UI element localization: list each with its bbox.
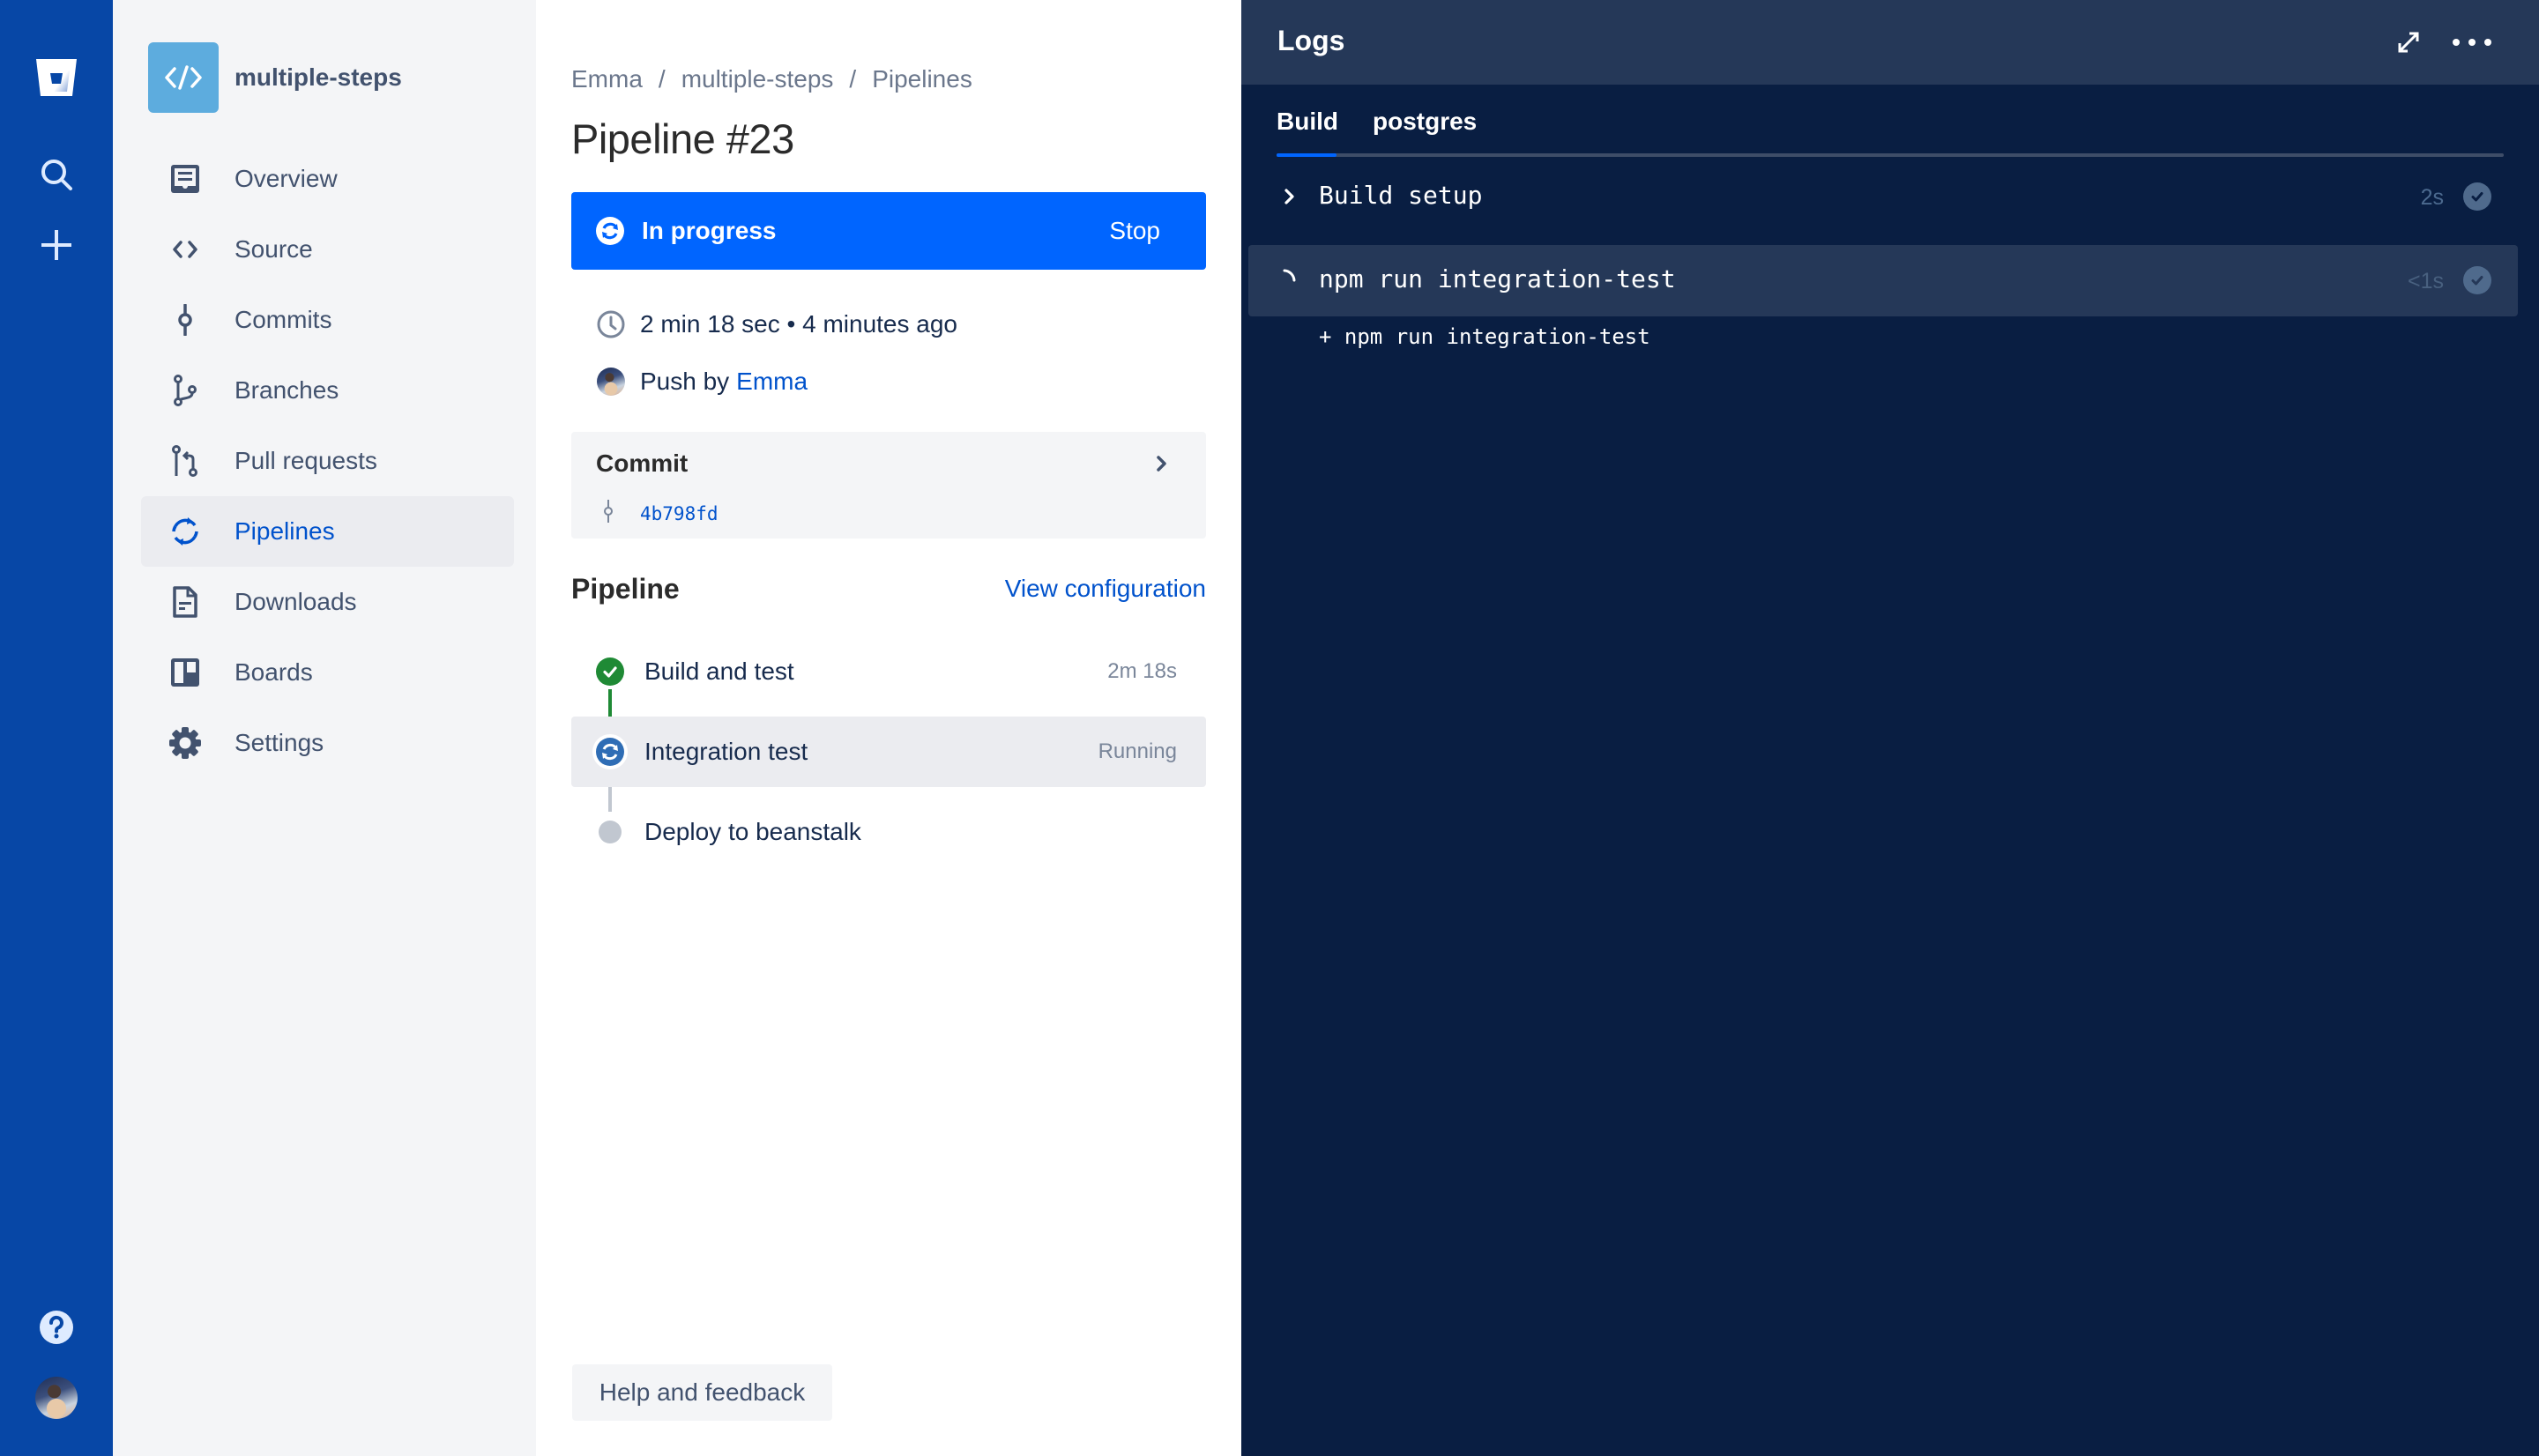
- source-icon: [141, 234, 229, 265]
- help-and-feedback-button[interactable]: Help and feedback: [572, 1364, 832, 1421]
- help-icon[interactable]: [0, 1308, 113, 1347]
- commit-hash-row: 4b798fd: [601, 499, 719, 528]
- status-label: In progress: [642, 217, 777, 244]
- sidebar-item-downloads[interactable]: Downloads: [141, 567, 514, 637]
- sidebar-item-label: Commits: [235, 306, 332, 333]
- breadcrumb-separator: /: [849, 65, 857, 93]
- pipeline-step[interactable]: Deploy to beanstalk: [571, 797, 1206, 867]
- bitbucket-logo-icon[interactable]: [0, 55, 113, 100]
- log-step-label: npm run integration-test: [1319, 264, 1676, 293]
- check-icon: [2463, 182, 2491, 211]
- step-status: Running: [1098, 739, 1177, 763]
- pipeline-duration: 2 min 18 sec • 4 minutes ago: [596, 307, 957, 342]
- log-output-line: + npm run integration-test: [1319, 324, 1650, 349]
- pipeline-detail: Emma / multiple-steps / Pipelines Pipeli…: [536, 0, 1241, 1456]
- sidebar-item-label: Pipelines: [235, 517, 335, 545]
- step-label: Deploy to beanstalk: [644, 818, 861, 845]
- branches-icon: [141, 375, 229, 406]
- code-icon: [148, 42, 219, 113]
- success-check-icon: [596, 657, 624, 686]
- sidebar-item-branches[interactable]: Branches: [141, 355, 514, 426]
- log-step-duration: <1s: [2407, 269, 2444, 293]
- pending-icon: [596, 818, 624, 846]
- chevron-right-icon: [1153, 453, 1171, 479]
- expand-icon[interactable]: [2393, 26, 2424, 58]
- pull-requests-icon: [141, 445, 229, 477]
- log-step-integration-test[interactable]: npm run integration-test <1s: [1248, 245, 2518, 316]
- sidebar-item-label: Downloads: [235, 588, 357, 615]
- active-tab-indicator: [1277, 153, 1337, 157]
- chevron-right-icon: [1277, 184, 1302, 209]
- step-label: Build and test: [644, 657, 794, 685]
- avatar-image: [35, 1377, 78, 1419]
- sidebar-item-label: Pull requests: [235, 447, 377, 474]
- sidebar-item-label: Settings: [235, 729, 324, 756]
- clock-icon: [596, 309, 626, 339]
- running-icon: [592, 734, 628, 769]
- log-step-build-setup[interactable]: Build setup 2s: [1248, 161, 2518, 233]
- overview-icon: [141, 163, 229, 195]
- commit-title: Commit: [596, 449, 689, 477]
- more-options-icon[interactable]: [2453, 26, 2491, 58]
- sidebar-item-pipelines[interactable]: Pipelines: [141, 496, 514, 567]
- settings-icon: [141, 726, 229, 760]
- boards-icon: [141, 657, 229, 688]
- downloads-icon: [141, 586, 229, 618]
- sidebar-item-label: Overview: [235, 165, 338, 192]
- pipeline-step[interactable]: Build and test 2m 18s: [571, 636, 1206, 707]
- breadcrumb: Emma / multiple-steps / Pipelines: [571, 65, 972, 93]
- pipeline-trigger: Push by Emma: [596, 364, 808, 399]
- duration-text: 2 min 18 sec • 4 minutes ago: [640, 310, 957, 338]
- commit-hash-link[interactable]: 4b798fd: [640, 503, 719, 524]
- pipeline-section-title: Pipeline: [571, 573, 680, 605]
- pipelines-icon: [141, 516, 229, 547]
- sidebar-nav: Overview Source Commits Branches Pull re…: [141, 144, 514, 778]
- logs-panel: Logs Build postgres Build setup 2s npm r…: [1241, 0, 2539, 1456]
- page-title: Pipeline #23: [571, 115, 794, 162]
- sidebar-item-label: Branches: [235, 376, 339, 404]
- sidebar-item-settings[interactable]: Settings: [141, 708, 514, 778]
- logs-title: Logs: [1277, 25, 1345, 56]
- step-label: Integration test: [644, 738, 808, 765]
- breadcrumb-pipelines[interactable]: Pipelines: [872, 65, 972, 93]
- commit-card[interactable]: Commit 4b798fd: [571, 432, 1206, 539]
- breadcrumb-user[interactable]: Emma: [571, 65, 643, 93]
- spinner-icon: [1277, 268, 1302, 293]
- view-configuration-link[interactable]: View configuration: [1005, 575, 1206, 603]
- breadcrumb-repository[interactable]: multiple-steps: [681, 65, 834, 93]
- push-prefix: Push by: [640, 368, 730, 395]
- step-duration: 2m 18s: [1107, 659, 1177, 683]
- stop-button[interactable]: Stop: [1109, 217, 1160, 245]
- plus-icon[interactable]: [0, 226, 113, 264]
- repository-header[interactable]: multiple-steps: [148, 42, 402, 113]
- sidebar-item-source[interactable]: Source: [141, 214, 514, 285]
- in-progress-icon: [596, 217, 624, 245]
- check-icon: [2463, 266, 2491, 294]
- repository-name: multiple-steps: [235, 63, 402, 91]
- log-step-duration: 2s: [2420, 185, 2444, 210]
- author-link[interactable]: Emma: [736, 368, 808, 396]
- tab-build[interactable]: Build: [1277, 108, 1338, 136]
- sidebar-item-commits[interactable]: Commits: [141, 285, 514, 355]
- sidebar-item-overview[interactable]: Overview: [141, 144, 514, 214]
- sidebar-item-label: Boards: [235, 658, 313, 686]
- pipeline-step[interactable]: Integration test Running: [571, 717, 1206, 787]
- commits-icon: [141, 304, 229, 336]
- tab-postgres[interactable]: postgres: [1373, 108, 1477, 136]
- pipeline-status-banner: In progress Stop: [571, 192, 1206, 270]
- repository-sidebar: multiple-steps Overview Source Commits B…: [113, 0, 536, 1456]
- sidebar-item-label: Source: [235, 235, 313, 263]
- logs-tabs: Build postgres: [1277, 108, 2504, 159]
- global-navigation: [0, 0, 113, 1456]
- commit-icon: [601, 499, 615, 528]
- tab-track: [1277, 153, 2504, 157]
- breadcrumb-separator: /: [658, 65, 666, 93]
- search-icon[interactable]: [0, 155, 113, 194]
- logs-header: Logs: [1241, 0, 2539, 85]
- sidebar-item-pull-requests[interactable]: Pull requests: [141, 426, 514, 496]
- sidebar-item-boards[interactable]: Boards: [141, 637, 514, 708]
- author-avatar: [596, 367, 626, 397]
- user-avatar[interactable]: [0, 1375, 113, 1421]
- log-step-label: Build setup: [1319, 181, 1483, 210]
